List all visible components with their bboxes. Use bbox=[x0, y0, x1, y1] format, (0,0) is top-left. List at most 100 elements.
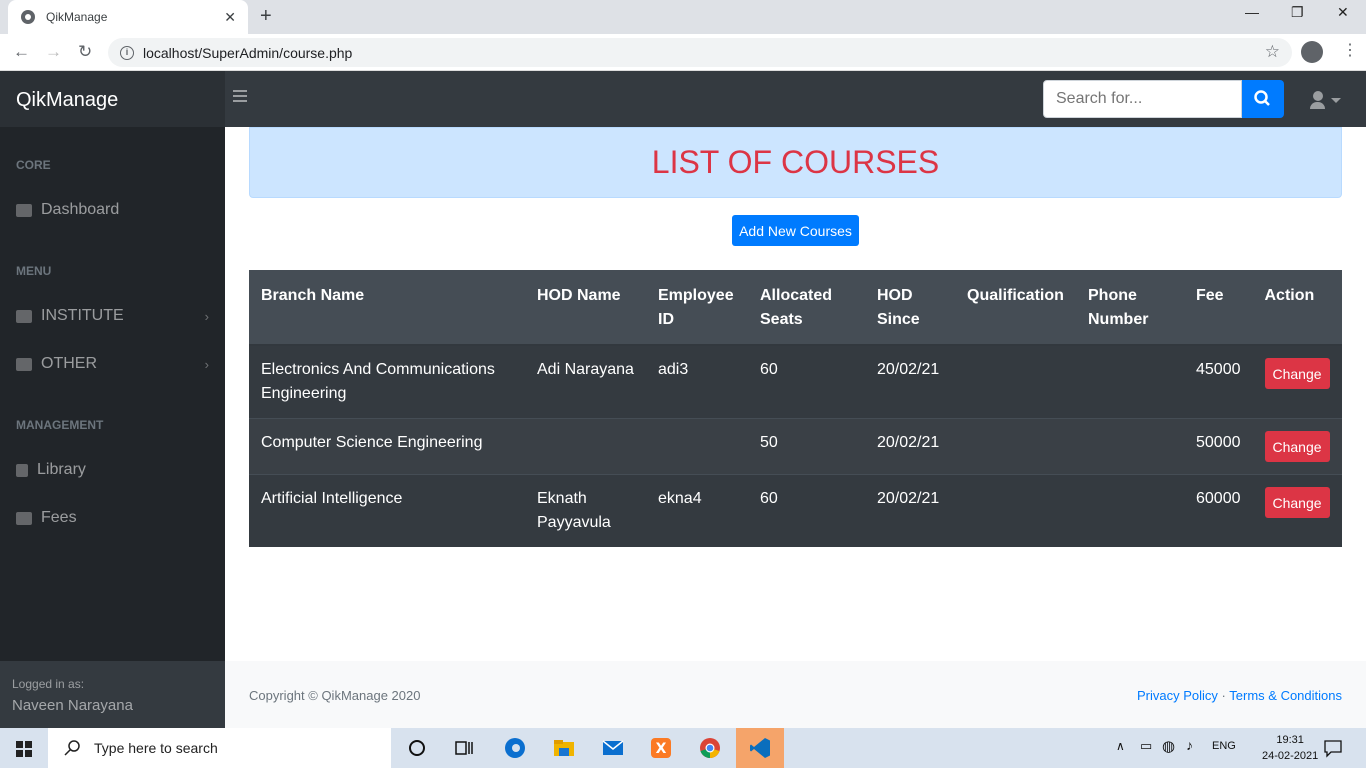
sidebar-item-fees[interactable]: Fees bbox=[16, 509, 209, 527]
table-header-row: Branch Name HOD Name Employee ID Allocat… bbox=[249, 270, 1342, 346]
more-menu-icon[interactable]: ⋮ bbox=[1342, 40, 1358, 60]
sidebar-footer: Logged in as: Naveen Narayana bbox=[0, 661, 225, 728]
add-new-courses-button[interactable]: Add New Courses bbox=[732, 215, 859, 246]
cell-employee-id: adi3 bbox=[646, 344, 748, 419]
bookmark-star-icon[interactable]: ☆ bbox=[1265, 42, 1280, 62]
battery-icon[interactable]: ▭ bbox=[1140, 738, 1152, 754]
file-explorer-icon[interactable] bbox=[552, 736, 576, 760]
cell-action: Change bbox=[1252, 418, 1342, 475]
user-icon bbox=[1310, 91, 1325, 109]
reload-icon[interactable]: ↻ bbox=[78, 42, 92, 62]
sidebar-item-library[interactable]: Library bbox=[16, 461, 209, 479]
xampp-icon[interactable]: X bbox=[649, 736, 673, 760]
column-header: Action bbox=[1252, 270, 1342, 346]
close-window-icon[interactable]: ✕ bbox=[1337, 4, 1349, 21]
search-button[interactable] bbox=[1242, 80, 1284, 118]
cell-branch: Artificial Intelligence bbox=[249, 474, 525, 547]
logged-in-user: Naveen Narayana bbox=[12, 697, 133, 714]
table-row: Electronics And Communications Engineeri… bbox=[249, 344, 1342, 419]
sidebar-item-other[interactable]: OTHER › bbox=[16, 355, 209, 373]
copyright-text: Copyright © QikManage 2020 bbox=[249, 688, 421, 703]
edge-icon[interactable] bbox=[503, 736, 527, 760]
browser-tabbar: QikManage ✕ + — ❐ ✕ bbox=[0, 0, 1366, 34]
info-icon[interactable]: i bbox=[120, 45, 134, 60]
change-button[interactable]: Change bbox=[1264, 431, 1330, 462]
users-icon bbox=[16, 309, 32, 323]
profile-avatar-icon[interactable] bbox=[1301, 41, 1323, 63]
task-view-icon[interactable] bbox=[452, 736, 476, 760]
address-bar[interactable]: i localhost/SuperAdmin/course.php ☆ bbox=[108, 38, 1292, 67]
column-header: Qualification bbox=[955, 270, 1076, 346]
cell-fee: 45000 bbox=[1184, 344, 1253, 419]
footer-separator: · bbox=[1221, 688, 1226, 703]
globe-icon bbox=[21, 10, 35, 24]
cell-fee: 60000 bbox=[1184, 474, 1253, 547]
tray-chevron-up-icon[interactable]: ∧ bbox=[1116, 739, 1125, 753]
vscode-taskbar-active[interactable] bbox=[736, 728, 784, 768]
sidebar-item-institute[interactable]: INSTITUTE › bbox=[16, 307, 209, 325]
sidebar-item-label: Fees bbox=[41, 509, 77, 526]
maximize-icon[interactable]: ❐ bbox=[1291, 4, 1304, 21]
chrome-icon[interactable] bbox=[698, 736, 722, 760]
cell-employee-id: ekna4 bbox=[646, 474, 748, 547]
tachometer-icon bbox=[16, 203, 32, 217]
tab-title: QikManage bbox=[46, 10, 108, 24]
browser-tab[interactable]: QikManage ✕ bbox=[8, 0, 248, 34]
close-tab-icon[interactable]: ✕ bbox=[224, 9, 236, 26]
vscode-icon bbox=[750, 738, 770, 758]
change-button[interactable]: Change bbox=[1264, 358, 1330, 389]
cell-employee-id bbox=[646, 418, 748, 475]
change-button[interactable]: Change bbox=[1264, 487, 1330, 518]
cell-fee: 50000 bbox=[1184, 418, 1253, 475]
mail-icon[interactable] bbox=[601, 736, 625, 760]
taskbar-clock[interactable]: 19:31 24-02-2021 bbox=[1262, 732, 1318, 764]
forward-icon[interactable]: → bbox=[45, 42, 62, 62]
new-tab-icon[interactable]: + bbox=[260, 5, 272, 28]
page-footer: Copyright © QikManage 2020 Privacy Polic… bbox=[225, 661, 1366, 728]
language-indicator[interactable]: ENG bbox=[1212, 740, 1236, 752]
column-header: Branch Name bbox=[249, 270, 525, 346]
column-header: Phone Number bbox=[1076, 270, 1184, 346]
app-navbar: QikManage bbox=[0, 71, 1366, 127]
cell-hod bbox=[525, 418, 646, 475]
brand-area: QikManage bbox=[0, 71, 225, 127]
os-taskbar: Type here to search X ∧ ▭ ◍ ♪ ENG 19:31 … bbox=[0, 728, 1366, 768]
sidebar-heading-menu: MENU bbox=[16, 264, 52, 278]
url-text: localhost/SuperAdmin/course.php bbox=[143, 44, 353, 61]
search-input[interactable] bbox=[1043, 80, 1242, 118]
terms-link[interactable]: Terms & Conditions bbox=[1229, 688, 1342, 703]
clock-time: 19:31 bbox=[1276, 734, 1304, 746]
cell-branch: Electronics And Communications Engineeri… bbox=[249, 344, 525, 419]
taskbar-search-placeholder: Type here to search bbox=[94, 740, 218, 756]
privacy-policy-link[interactable]: Privacy Policy bbox=[1137, 688, 1218, 703]
cell-action: Change bbox=[1252, 474, 1342, 547]
cell-hod-since: 20/02/21 bbox=[865, 474, 955, 547]
search-icon bbox=[64, 740, 80, 756]
notification-icon[interactable] bbox=[1323, 738, 1343, 758]
svg-text:X: X bbox=[656, 741, 667, 757]
minimize-icon[interactable]: — bbox=[1245, 4, 1259, 20]
network-globe-icon[interactable]: ◍ bbox=[1162, 737, 1175, 755]
column-header: HOD Since bbox=[865, 270, 955, 346]
caret-down-icon bbox=[1331, 97, 1341, 103]
table-row: Computer Science Engineering 50 20/02/21… bbox=[249, 418, 1342, 475]
cortana-icon[interactable] bbox=[405, 736, 429, 760]
cell-qualification bbox=[955, 418, 1076, 475]
cell-action: Change bbox=[1252, 344, 1342, 419]
column-header: Allocated Seats bbox=[748, 270, 865, 346]
sidebar-item-dashboard[interactable]: Dashboard bbox=[16, 201, 209, 219]
sidebar-heading-management: MANAGEMENT bbox=[16, 418, 104, 432]
back-icon[interactable]: ← bbox=[13, 42, 30, 62]
user-menu-button[interactable] bbox=[1310, 91, 1341, 109]
book-open-icon bbox=[16, 357, 32, 371]
hamburger-icon[interactable] bbox=[233, 90, 247, 105]
cell-seats: 60 bbox=[748, 344, 865, 419]
page-title: LIST OF COURSES bbox=[651, 144, 940, 180]
brand-logo[interactable]: QikManage bbox=[16, 89, 118, 112]
taskbar-search[interactable]: Type here to search bbox=[48, 728, 391, 768]
column-header: Fee bbox=[1184, 270, 1253, 346]
search-icon bbox=[1254, 90, 1270, 106]
volume-icon[interactable]: ♪ bbox=[1186, 737, 1193, 753]
windows-start-icon[interactable] bbox=[16, 741, 32, 757]
page-title-banner: LIST OF COURSES bbox=[249, 127, 1342, 198]
